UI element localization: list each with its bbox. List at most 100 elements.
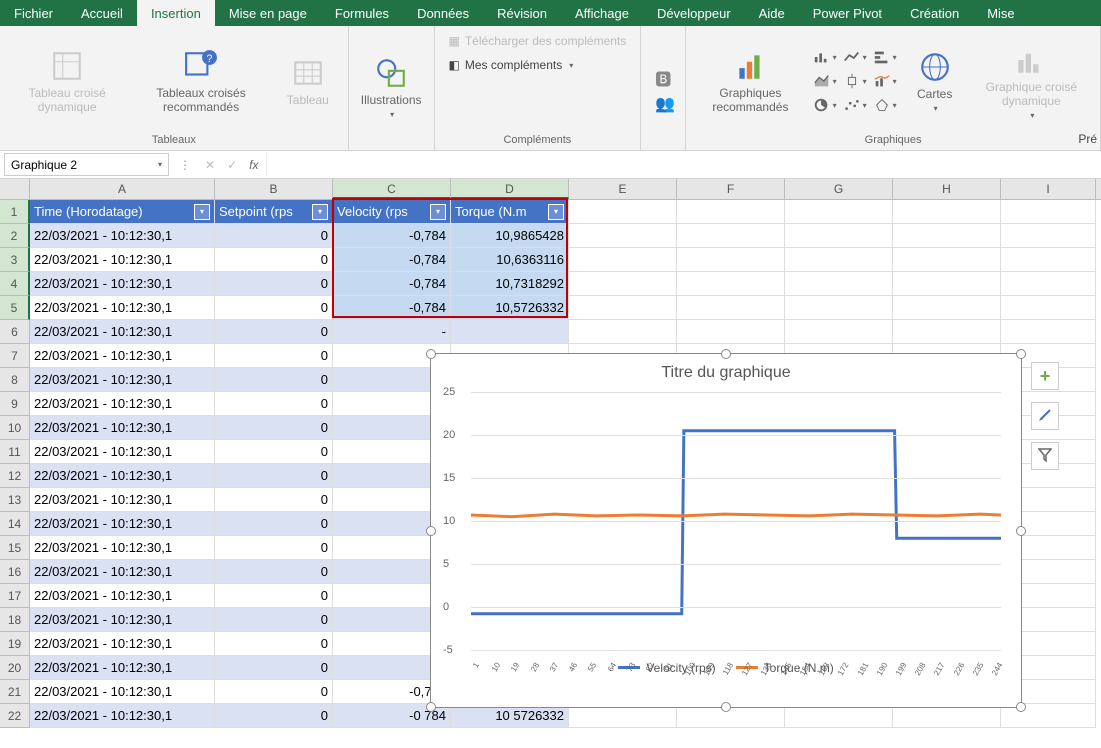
download-addins-button[interactable]: ▦ Télécharger des compléments <box>445 32 631 50</box>
cell[interactable] <box>1001 200 1096 224</box>
cell[interactable]: -0,784 <box>333 296 451 320</box>
row-header[interactable]: 22 <box>0 704 30 728</box>
bing-icon[interactable]: 🅱 <box>655 66 675 90</box>
cell[interactable]: 0 <box>215 248 333 272</box>
fx-icon[interactable]: fx <box>249 158 258 172</box>
cell[interactable] <box>677 272 785 296</box>
row-header[interactable]: 1 <box>0 200 30 224</box>
enter-icon[interactable]: ✓ <box>227 158 237 172</box>
filter-dropdown-icon[interactable]: ▾ <box>194 204 210 220</box>
illustrations-button[interactable]: Illustrations ▾ <box>359 52 424 123</box>
cell[interactable]: Time (Horodatage)▾ <box>30 200 215 224</box>
ribbon-tab-affichage[interactable]: Affichage <box>561 0 643 26</box>
cell[interactable] <box>569 296 677 320</box>
cell[interactable]: 0 <box>215 464 333 488</box>
pivot-table-button[interactable]: Tableau croisé dynamique <box>10 45 124 118</box>
cell[interactable] <box>893 224 1001 248</box>
row-header[interactable]: 15 <box>0 536 30 560</box>
column-header-A[interactable]: A <box>30 179 215 199</box>
cell[interactable] <box>785 296 893 320</box>
row-header[interactable]: 9 <box>0 392 30 416</box>
cell[interactable] <box>1001 320 1096 344</box>
area-chart-icon[interactable]: ▾ <box>813 70 837 92</box>
cell[interactable]: 0 <box>215 392 333 416</box>
cell[interactable]: 22/03/2021 - 10:12:30,1 <box>30 224 215 248</box>
column-chart-icon[interactable]: ▾ <box>873 46 897 68</box>
cell[interactable]: 22/03/2021 - 10:12:30,1 <box>30 512 215 536</box>
cell[interactable]: 22/03/2021 - 10:12:30,1 <box>30 440 215 464</box>
column-header-H[interactable]: H <box>893 179 1001 199</box>
row-header[interactable]: 17 <box>0 584 30 608</box>
formula-input[interactable] <box>266 153 1101 176</box>
cancel-icon[interactable]: ✕ <box>205 158 215 172</box>
resize-handle-e[interactable] <box>1016 526 1026 536</box>
ribbon-tab-power-pivot[interactable]: Power Pivot <box>799 0 896 26</box>
resize-handle-se[interactable] <box>1016 702 1026 712</box>
chart-filter-button[interactable] <box>1031 442 1059 470</box>
recommended-charts-button[interactable]: Graphiques recommandés <box>696 45 804 118</box>
row-header[interactable]: 12 <box>0 464 30 488</box>
chart-styles-button[interactable] <box>1031 402 1059 430</box>
cell[interactable] <box>893 200 1001 224</box>
cell[interactable] <box>569 200 677 224</box>
cell[interactable] <box>785 200 893 224</box>
row-header[interactable]: 7 <box>0 344 30 368</box>
row-header[interactable]: 14 <box>0 512 30 536</box>
column-header-D[interactable]: D <box>451 179 569 199</box>
cell[interactable]: 22/03/2021 - 10:12:30,1 <box>30 680 215 704</box>
row-header[interactable]: 20 <box>0 656 30 680</box>
cell[interactable]: 0 <box>215 632 333 656</box>
cell[interactable] <box>677 224 785 248</box>
ribbon-tab-fichier[interactable]: Fichier <box>0 0 67 26</box>
scatter-chart-icon[interactable]: ▾ <box>843 94 867 116</box>
cell[interactable]: 22/03/2021 - 10:12:30,1 <box>30 536 215 560</box>
embedded-chart[interactable]: + Titre du graphique -505101520251101928… <box>430 353 1022 708</box>
cell[interactable] <box>785 248 893 272</box>
filter-dropdown-icon[interactable]: ▾ <box>430 204 446 220</box>
cell[interactable]: 10,6363116 <box>451 248 569 272</box>
cell[interactable]: 22/03/2021 - 10:12:30,1 <box>30 296 215 320</box>
table-button[interactable]: Tableau <box>278 52 338 111</box>
cell[interactable]: 22/03/2021 - 10:12:30,1 <box>30 392 215 416</box>
row-header[interactable]: 16 <box>0 560 30 584</box>
cell[interactable] <box>893 248 1001 272</box>
name-box[interactable]: Graphique 2 ▾ <box>4 153 169 176</box>
combo-chart-icon[interactable]: ▾ <box>873 70 897 92</box>
pie-chart-icon[interactable]: ▾ <box>813 94 837 116</box>
cell[interactable] <box>785 272 893 296</box>
people-graph-icon[interactable]: 👥 <box>655 94 675 114</box>
cell[interactable] <box>1001 224 1096 248</box>
cell[interactable] <box>785 320 893 344</box>
cell[interactable] <box>451 320 569 344</box>
cell[interactable] <box>893 320 1001 344</box>
radar-chart-icon[interactable]: ▾ <box>873 94 897 116</box>
chart-series-line[interactable] <box>471 514 1001 517</box>
cell[interactable]: 0 <box>215 560 333 584</box>
my-addins-button[interactable]: ◧ Mes compléments ▾ <box>445 56 578 74</box>
cell[interactable]: 0 <box>215 440 333 464</box>
line-chart-icon[interactable]: ▾ <box>843 46 867 68</box>
cell[interactable] <box>569 248 677 272</box>
cell[interactable]: 0 <box>215 584 333 608</box>
cell[interactable] <box>1001 272 1096 296</box>
filter-dropdown-icon[interactable]: ▾ <box>548 204 564 220</box>
cell[interactable] <box>893 272 1001 296</box>
ribbon-tab-données[interactable]: Données <box>403 0 483 26</box>
insert-function-icon[interactable]: ⋮ <box>173 158 197 172</box>
cell[interactable]: 0 <box>215 656 333 680</box>
cell[interactable] <box>677 296 785 320</box>
resize-handle-w[interactable] <box>426 526 436 536</box>
cell[interactable]: 22/03/2021 - 10:12:30,1 <box>30 368 215 392</box>
filter-dropdown-icon[interactable]: ▾ <box>312 204 328 220</box>
resize-handle-sw[interactable] <box>426 702 436 712</box>
cell[interactable]: 22/03/2021 - 10:12:30,1 <box>30 272 215 296</box>
cell[interactable]: 22/03/2021 - 10:12:30,1 <box>30 704 215 728</box>
cell[interactable]: 22/03/2021 - 10:12:30,1 <box>30 320 215 344</box>
cell[interactable]: Torque (N.m▾ <box>451 200 569 224</box>
row-header[interactable]: 2 <box>0 224 30 248</box>
resize-handle-ne[interactable] <box>1016 349 1026 359</box>
row-header[interactable]: 6 <box>0 320 30 344</box>
cell[interactable]: 0 <box>215 704 333 728</box>
column-header-G[interactable]: G <box>785 179 893 199</box>
cell[interactable]: 0 <box>215 512 333 536</box>
